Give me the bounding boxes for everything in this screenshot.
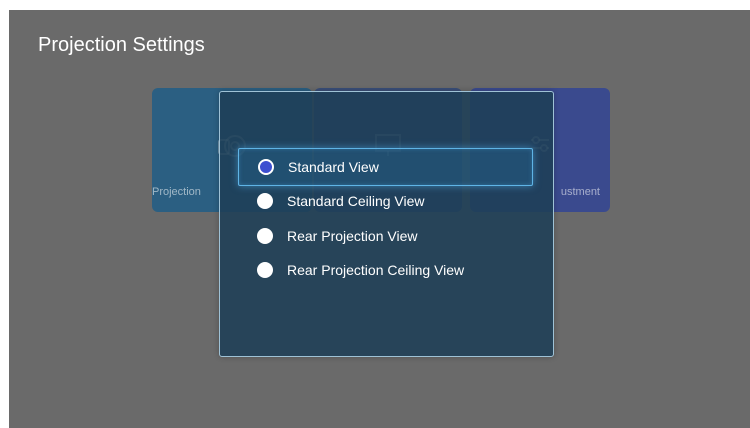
option-label: Standard View bbox=[288, 159, 379, 175]
projection-settings-screen: Projection Settings Projection ustment S… bbox=[9, 10, 750, 428]
option-label: Standard Ceiling View bbox=[287, 193, 425, 209]
option-standard-ceiling-view[interactable]: Standard Ceiling View bbox=[238, 183, 531, 219]
option-standard-view[interactable]: Standard View bbox=[238, 148, 533, 186]
option-label: Rear Projection View bbox=[287, 228, 418, 244]
page-title: Projection Settings bbox=[38, 34, 205, 56]
radio-unchecked-icon bbox=[257, 262, 273, 278]
radio-unchecked-icon bbox=[257, 193, 273, 209]
option-rear-projection-view[interactable]: Rear Projection View bbox=[238, 218, 531, 254]
radio-unchecked-icon bbox=[257, 228, 273, 244]
radio-checked-icon bbox=[258, 159, 274, 175]
option-label: Rear Projection Ceiling View bbox=[287, 262, 465, 278]
projection-mode-dialog: Standard View Standard Ceiling View Rear… bbox=[219, 91, 554, 357]
option-rear-projection-ceiling-view[interactable]: Rear Projection Ceiling View bbox=[238, 252, 531, 288]
